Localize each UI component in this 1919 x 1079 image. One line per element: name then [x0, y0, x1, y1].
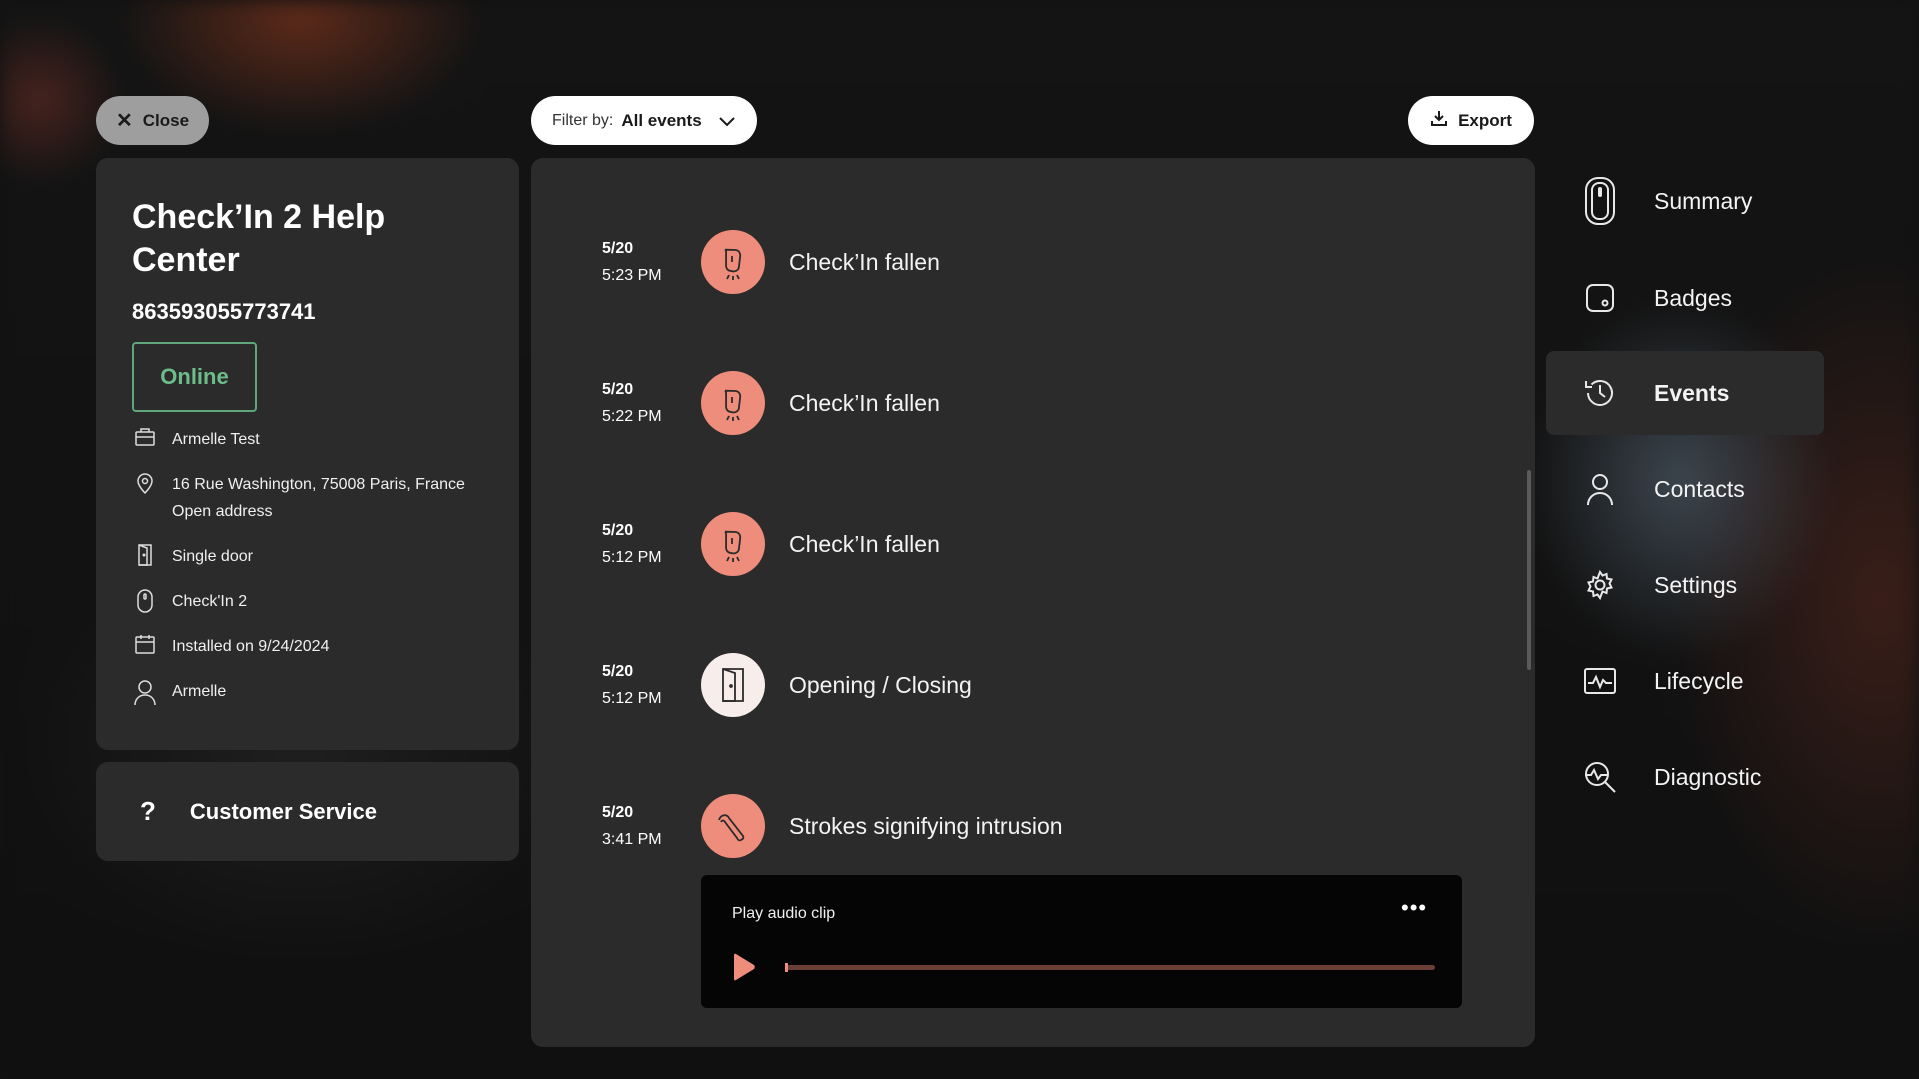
- info-row-site: Armelle Test: [132, 426, 483, 453]
- export-label: Export: [1458, 110, 1512, 130]
- user-icon: [132, 678, 158, 706]
- device-title: Check’In 2 Help Center: [132, 198, 386, 279]
- nav-label: Summary: [1654, 187, 1753, 214]
- nav-item-lifecycle[interactable]: Lifecycle: [1546, 639, 1824, 723]
- info-installed-text: Installed on 9/24/2024: [172, 638, 330, 655]
- info-device-text: Check'In 2: [172, 593, 248, 610]
- event-time: 5:22 PM: [602, 408, 662, 425]
- event-time: 5:23 PM: [602, 267, 662, 284]
- close-icon: ✕: [115, 109, 133, 132]
- audio-progress-bar[interactable]: [785, 963, 1435, 972]
- download-icon: [1430, 109, 1448, 132]
- nav-item-contacts[interactable]: Contacts: [1546, 447, 1824, 531]
- audio-player: Play audio clip •••: [701, 875, 1462, 1008]
- more-options-icon[interactable]: •••: [1401, 895, 1427, 921]
- location-pin-icon: [132, 471, 158, 498]
- event-row[interactable]: 5/20 5:23 PM Check’In fallen: [531, 227, 1535, 297]
- event-time: 5:12 PM: [602, 690, 662, 707]
- nav-item-badges[interactable]: Badges: [1546, 256, 1824, 340]
- audio-progress-knob[interactable]: [785, 963, 788, 972]
- fallen-device-icon: [701, 230, 765, 294]
- history-icon: [1582, 373, 1618, 413]
- event-date: 5/20: [602, 663, 634, 680]
- nav-label: Diagnostic: [1654, 763, 1762, 790]
- event-name: Check’In fallen: [789, 530, 940, 557]
- info-row-door: Single door: [132, 543, 483, 570]
- event-date: 5/20: [602, 381, 634, 398]
- nav-item-settings[interactable]: Settings: [1546, 543, 1824, 627]
- fallen-device-icon: [701, 371, 765, 435]
- info-row-installed: Installed on 9/24/2024: [132, 633, 483, 660]
- activity-icon: [1582, 661, 1618, 701]
- gear-icon: [1582, 565, 1618, 605]
- nav-item-summary[interactable]: Summary: [1546, 159, 1824, 243]
- customer-service-label: Customer Service: [189, 798, 377, 824]
- info-user-text: Armelle: [172, 683, 227, 700]
- scrollbar[interactable]: [1527, 470, 1531, 670]
- info-door-text: Single door: [172, 548, 253, 565]
- event-row[interactable]: 5/20 5:22 PM Check’In fallen: [531, 368, 1535, 438]
- event-row[interactable]: 5/20 5:12 PM Opening / Closing: [531, 650, 1535, 720]
- filter-dropdown[interactable]: Filter by: All events: [531, 96, 757, 145]
- event-row[interactable]: 5/20 5:12 PM Check’In fallen: [531, 509, 1535, 579]
- crowbar-icon: [701, 794, 765, 858]
- play-icon[interactable]: [731, 953, 757, 986]
- nav-item-diagnostic[interactable]: Diagnostic: [1546, 735, 1824, 819]
- nav-label: Events: [1654, 379, 1730, 406]
- nav-label: Lifecycle: [1654, 667, 1744, 694]
- close-button-label: Close: [142, 110, 190, 130]
- filter-label: Filter by:: [552, 111, 614, 129]
- info-address-text: 16 Rue Washington, 75008 Paris, France: [172, 476, 465, 493]
- question-icon: ?: [140, 796, 156, 826]
- event-name: Strokes signifying intrusion: [789, 812, 1063, 839]
- event-time: 3:41 PM: [602, 831, 662, 848]
- info-row-address: 16 Rue Washington, 75008 Paris, France O…: [132, 471, 483, 525]
- event-date: 5/20: [602, 240, 634, 257]
- fallen-device-icon: [701, 512, 765, 576]
- export-button[interactable]: Export: [1408, 96, 1534, 145]
- event-date: 5/20: [602, 804, 634, 821]
- info-row-device: Check'In 2: [132, 588, 483, 615]
- status-badge: Online: [132, 342, 257, 412]
- close-button[interactable]: ✕ Close: [96, 96, 209, 145]
- event-name: Check’In fallen: [789, 389, 940, 416]
- device-icon: [1582, 177, 1618, 225]
- diagnostic-icon: [1582, 757, 1618, 797]
- nav-label: Settings: [1654, 571, 1738, 598]
- filter-value: All events: [621, 110, 702, 130]
- chevron-down-icon: [718, 115, 736, 127]
- event-row[interactable]: 5/20 3:41 PM Strokes signifying intrusion: [531, 791, 1535, 861]
- device-icon: [132, 588, 158, 615]
- info-site-text: Armelle Test: [172, 431, 260, 448]
- calendar-icon: [132, 633, 158, 660]
- event-date: 5/20: [602, 522, 634, 539]
- nav-label: Badges: [1654, 284, 1733, 311]
- device-serial: 863593055773741: [132, 299, 316, 324]
- nav-label: Contacts: [1654, 475, 1745, 502]
- user-icon: [1582, 469, 1618, 509]
- audio-title: Play audio clip: [732, 905, 836, 922]
- building-icon: [132, 426, 158, 453]
- info-row-user: Armelle: [132, 678, 483, 706]
- open-address-link[interactable]: Open address: [172, 498, 465, 525]
- door-icon: [132, 543, 158, 570]
- customer-service-button[interactable]: ? Customer Service: [96, 762, 519, 861]
- event-name: Check’In fallen: [789, 248, 940, 275]
- event-time: 5:12 PM: [602, 549, 662, 566]
- device-card: Check’In 2 Help Center 863593055773741 O…: [96, 158, 519, 750]
- event-name: Opening / Closing: [789, 671, 972, 698]
- nav-item-events[interactable]: Events: [1546, 351, 1824, 435]
- device-info-list: Armelle Test 16 Rue Washington, 75008 Pa…: [132, 426, 483, 706]
- badge-icon: [1582, 278, 1618, 318]
- door-icon: [701, 653, 765, 717]
